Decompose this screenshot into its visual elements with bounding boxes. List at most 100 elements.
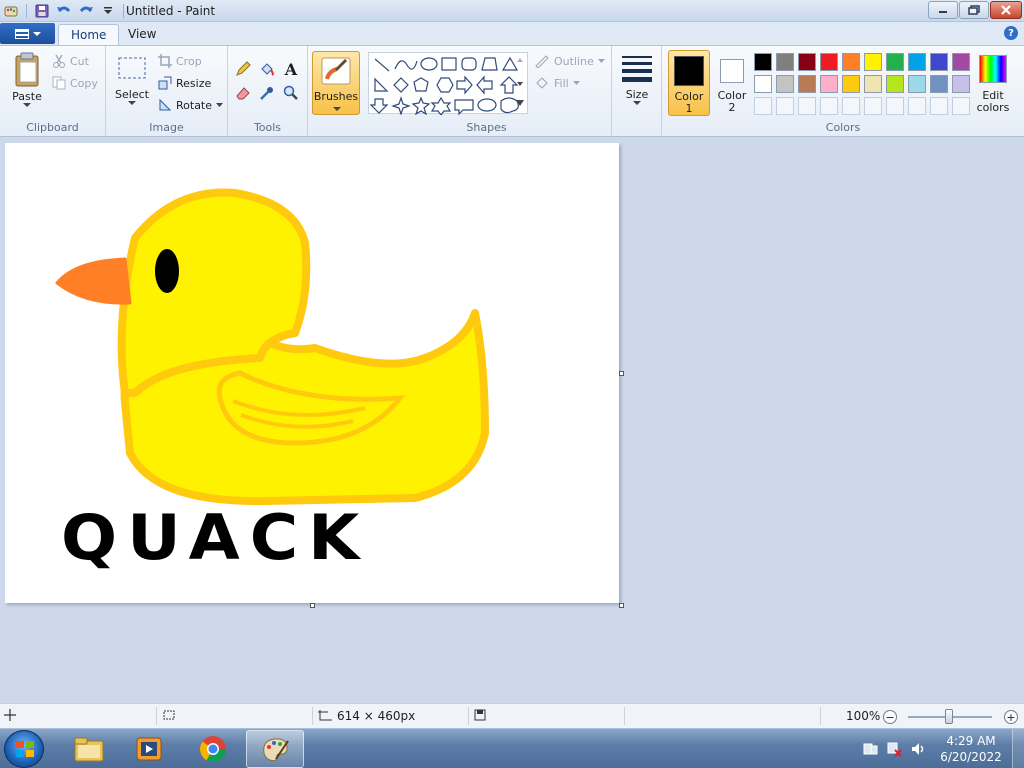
- taskbar-chrome[interactable]: [184, 730, 242, 768]
- paste-label: Paste: [12, 90, 42, 103]
- shapes-gallery-scroll[interactable]: [514, 54, 526, 112]
- minimize-button[interactable]: [928, 1, 958, 19]
- color1-button[interactable]: Color 1: [668, 50, 710, 116]
- brushes-button[interactable]: Brushes: [312, 51, 360, 115]
- undo-icon[interactable]: [55, 2, 73, 20]
- crop-button[interactable]: Crop: [158, 54, 202, 68]
- edit-colors-button[interactable]: Edit colors: [974, 52, 1012, 118]
- tab-view[interactable]: View: [116, 24, 168, 45]
- palette-swatch[interactable]: [886, 97, 904, 115]
- palette-swatch[interactable]: [820, 53, 838, 71]
- resize-handle-right[interactable]: [619, 371, 624, 376]
- customize-qat-icon[interactable]: [99, 2, 117, 20]
- save-icon[interactable]: [33, 2, 51, 20]
- tools-grid: A: [232, 58, 302, 104]
- outline-button[interactable]: Outline: [534, 54, 605, 68]
- left-arrow-shape-icon: [476, 75, 493, 95]
- tray-icons: [862, 741, 926, 757]
- resize-handle-bottom[interactable]: [310, 603, 315, 608]
- edit-colors-label-2: colors: [976, 101, 1010, 114]
- show-desktop-button[interactable]: [1012, 729, 1024, 768]
- brush-icon: [321, 57, 351, 85]
- palette-swatch[interactable]: [754, 75, 772, 93]
- fill-bucket-icon[interactable]: [256, 58, 278, 80]
- paste-button[interactable]: Paste: [8, 52, 46, 108]
- copy-button[interactable]: Copy: [52, 76, 98, 90]
- status-separator: [468, 707, 469, 725]
- palette-swatch[interactable]: [798, 75, 816, 93]
- palette-swatch[interactable]: [930, 97, 948, 115]
- palette-swatch[interactable]: [798, 97, 816, 115]
- tab-home[interactable]: Home: [58, 24, 120, 45]
- palette-swatch[interactable]: [908, 53, 926, 71]
- color2-button[interactable]: Color 2: [712, 50, 752, 116]
- palette-swatch[interactable]: [952, 75, 970, 93]
- palette-swatch[interactable]: [908, 97, 926, 115]
- four-point-star-shape-icon: [391, 96, 411, 116]
- oval-callout-shape-icon: [477, 98, 497, 112]
- resize-handle-corner[interactable]: [619, 603, 624, 608]
- pencil-icon[interactable]: [232, 58, 254, 80]
- rotate-button[interactable]: Rotate: [158, 98, 224, 112]
- fill-icon: [536, 77, 548, 89]
- palette-swatch[interactable]: [908, 75, 926, 93]
- color1-swatch: [674, 56, 704, 86]
- taskbar-media-player[interactable]: [120, 730, 178, 768]
- palette-swatch[interactable]: [952, 97, 970, 115]
- clock[interactable]: 4:29 AM 6/20/2022: [936, 733, 1006, 765]
- volume-icon[interactable]: [910, 741, 926, 757]
- windows-logo-icon: [16, 741, 34, 757]
- palette-swatch[interactable]: [842, 75, 860, 93]
- palette-swatch[interactable]: [776, 75, 794, 93]
- palette-swatch[interactable]: [930, 53, 948, 71]
- palette-swatch[interactable]: [798, 53, 816, 71]
- zoom-out-button[interactable]: −: [883, 710, 897, 724]
- palette-swatch[interactable]: [864, 53, 882, 71]
- chevron-down-icon: [128, 101, 136, 105]
- magnifier-icon[interactable]: [280, 82, 302, 104]
- ribbon-tabs: Home View ?: [0, 22, 1024, 45]
- palette-swatch[interactable]: [864, 97, 882, 115]
- start-button[interactable]: [4, 730, 44, 768]
- taskbar-explorer[interactable]: [60, 730, 118, 768]
- network-disconnected-icon[interactable]: [886, 741, 902, 757]
- palette-swatch[interactable]: [886, 75, 904, 93]
- size-button[interactable]: Size: [618, 54, 656, 106]
- palette-swatch[interactable]: [820, 75, 838, 93]
- palette-swatch[interactable]: [820, 97, 838, 115]
- select-button[interactable]: Select: [112, 52, 152, 106]
- palette-swatch[interactable]: [776, 53, 794, 71]
- zoom-in-button[interactable]: +: [1004, 710, 1018, 724]
- close-button[interactable]: [990, 1, 1022, 19]
- resize-button[interactable]: Resize: [158, 76, 211, 90]
- palette-swatch[interactable]: [842, 97, 860, 115]
- action-center-flag-icon[interactable]: [862, 741, 878, 757]
- eraser-icon[interactable]: [232, 82, 254, 104]
- palette-swatch[interactable]: [842, 53, 860, 71]
- curve-shape-icon: [394, 60, 418, 70]
- palette-swatch[interactable]: [754, 53, 772, 71]
- palette-swatch[interactable]: [930, 75, 948, 93]
- fill-button[interactable]: Fill: [534, 76, 580, 90]
- palette-swatch[interactable]: [886, 53, 904, 71]
- redo-icon[interactable]: [77, 2, 95, 20]
- drawing-canvas[interactable]: QUACK: [5, 143, 619, 603]
- zoom-level: 100%: [846, 709, 881, 723]
- zoom-slider-thumb[interactable]: [945, 709, 953, 724]
- color-picker-icon[interactable]: [256, 82, 278, 104]
- palette-swatch[interactable]: [776, 97, 794, 115]
- paint-menu-button[interactable]: [0, 23, 55, 44]
- help-button[interactable]: ?: [1004, 26, 1018, 40]
- palette-swatch[interactable]: [952, 53, 970, 71]
- palette-swatch[interactable]: [864, 75, 882, 93]
- taskbar-paint[interactable]: [246, 730, 304, 768]
- chevron-down-icon: [597, 59, 605, 63]
- shapes-gallery[interactable]: [368, 52, 528, 116]
- maximize-button[interactable]: [959, 1, 989, 19]
- canvas-workspace[interactable]: QUACK: [0, 137, 1024, 703]
- outline-icon: [535, 55, 549, 68]
- cut-button[interactable]: Cut: [52, 54, 89, 68]
- text-tool-icon[interactable]: A: [280, 58, 302, 80]
- palette-swatch[interactable]: [754, 97, 772, 115]
- paint-app-icon[interactable]: [2, 2, 20, 20]
